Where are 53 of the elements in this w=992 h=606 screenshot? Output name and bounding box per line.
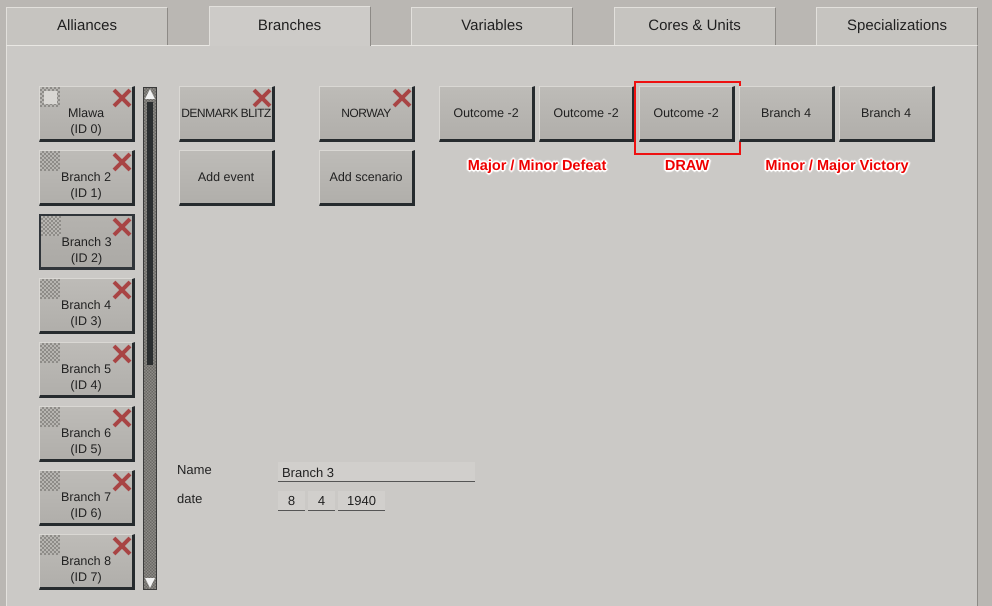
date-label: date [177, 491, 204, 506]
branch-button[interactable]: Branch 3 (ID 2) [39, 214, 135, 270]
branch-button[interactable]: Branch 6 (ID 5) [39, 406, 135, 462]
cross-icon[interactable] [112, 152, 132, 172]
checkbox[interactable] [40, 151, 60, 171]
cross-icon[interactable] [112, 88, 132, 108]
scrollbar[interactable] [143, 87, 157, 590]
branch-button[interactable]: Branch 2 (ID 1) [39, 150, 135, 206]
cross-icon[interactable] [112, 408, 132, 428]
add-event-button[interactable]: Add event [179, 150, 275, 206]
add-scenario-button[interactable]: Add scenario [319, 150, 415, 206]
cross-icon[interactable] [112, 217, 132, 237]
tab[interactable]: Cores & Units [614, 7, 776, 45]
outcome-button[interactable]: Outcome -2 [539, 86, 635, 142]
checkbox[interactable] [40, 407, 60, 427]
tab[interactable]: Variables [411, 7, 573, 45]
name-label: Name [177, 462, 213, 477]
branch-button[interactable]: Branch 8 (ID 7) [39, 534, 135, 590]
tab[interactable]: Specializations [816, 7, 978, 45]
annotation-caption: Major / Minor Defeat [468, 157, 606, 175]
checkbox[interactable] [40, 535, 60, 555]
outcome-button[interactable]: Outcome -2 [639, 86, 735, 142]
cross-icon[interactable] [112, 280, 132, 300]
checkbox[interactable] [40, 343, 60, 363]
scroll-up-arrow-icon[interactable] [145, 89, 155, 99]
scenario-button[interactable]: NORWAY [319, 86, 415, 142]
cross-icon[interactable] [112, 344, 132, 364]
annotation-caption: DRAW [664, 157, 710, 175]
date-field[interactable]: 1940 [338, 491, 385, 511]
cross-icon[interactable] [392, 88, 412, 108]
cross-icon[interactable] [112, 472, 132, 492]
branch-button[interactable]: Branch 5 (ID 4) [39, 342, 135, 398]
annotation-caption: Minor / Major Victory [765, 157, 909, 175]
checkbox[interactable] [40, 279, 60, 299]
cross-icon[interactable] [112, 536, 132, 556]
branch-button[interactable]: Branch 4 (ID 3) [39, 278, 135, 334]
outcome-button[interactable]: Branch 4 [739, 86, 835, 142]
outcome-button[interactable]: Branch 4 [839, 86, 935, 142]
scroll-down-arrow-icon[interactable] [145, 578, 155, 588]
tab[interactable]: Alliances [6, 7, 168, 45]
cross-icon[interactable] [252, 88, 272, 108]
checkbox[interactable] [40, 87, 60, 107]
branch-button[interactable]: Branch 7 (ID 6) [39, 470, 135, 526]
checkbox[interactable] [40, 471, 60, 491]
name-field[interactable]: Branch 3 [278, 462, 475, 482]
branch-button[interactable]: Mlawa (ID 0) [39, 86, 135, 142]
date-field[interactable]: 8 [278, 491, 305, 511]
event-button[interactable]: DENMARK BLITZ [179, 86, 275, 142]
date-field[interactable]: 4 [308, 491, 335, 511]
scrollbar-thumb[interactable] [147, 102, 153, 365]
outcome-button[interactable]: Outcome -2 [439, 86, 535, 142]
checkbox[interactable] [41, 216, 61, 236]
tab[interactable]: Branches [208, 6, 370, 46]
